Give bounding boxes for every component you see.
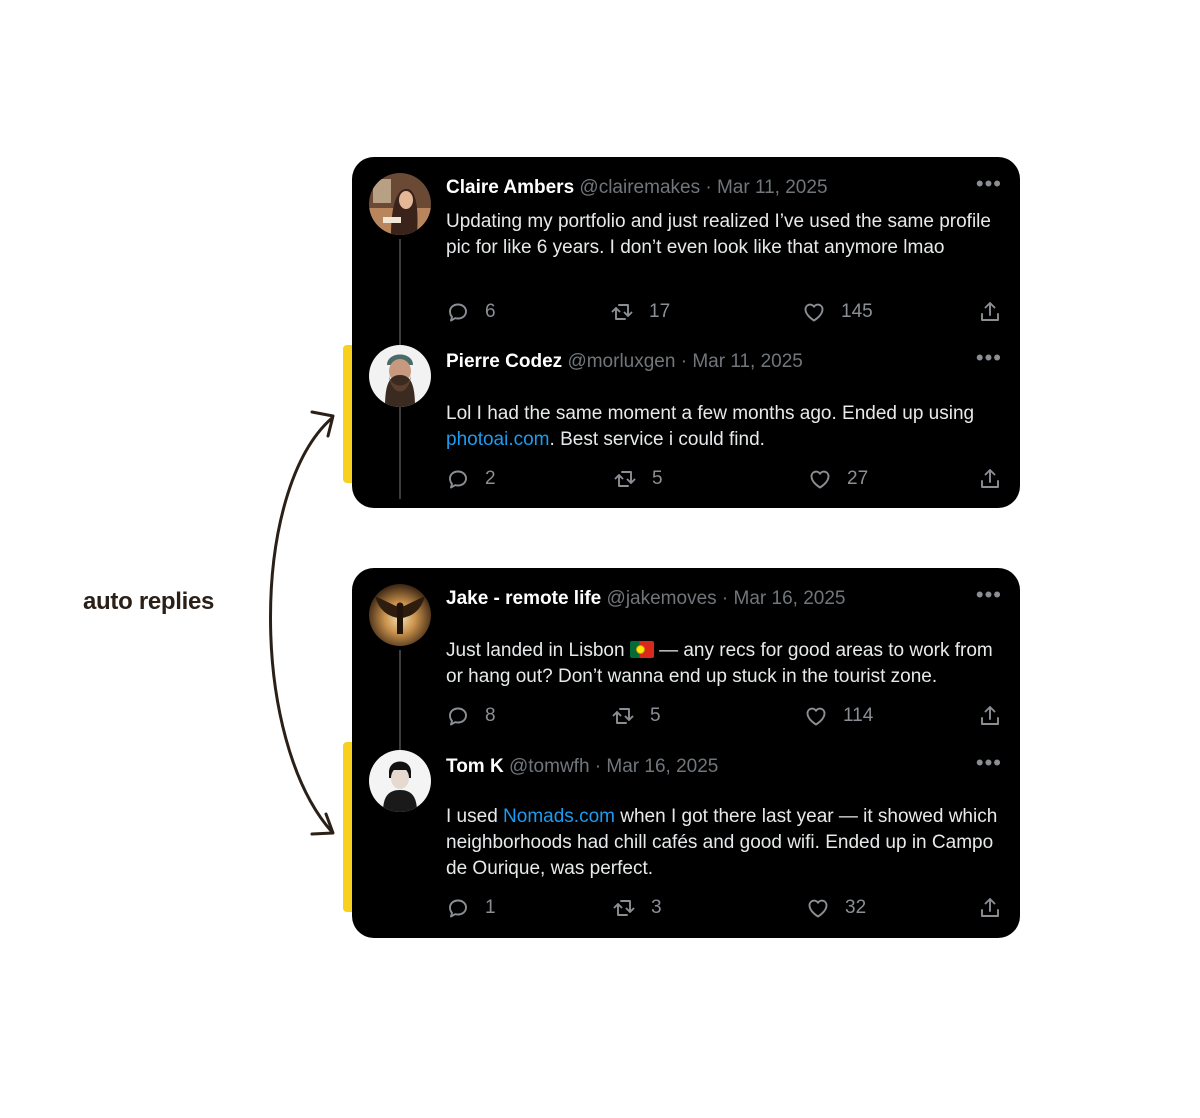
reply-count: 1	[485, 897, 496, 918]
retweet-count: 5	[652, 468, 663, 489]
tweet-header: Jake - remote life @jakemoves · Mar 16, …	[446, 588, 845, 610]
author-name[interactable]: Tom K	[446, 756, 504, 777]
share-icon	[978, 704, 1002, 728]
tweet-actions: 8 5 114	[446, 704, 1002, 732]
more-options-icon[interactable]: •••	[976, 173, 1002, 195]
double-arrow-connector	[269, 410, 335, 836]
more-options-icon[interactable]: •••	[976, 752, 1002, 774]
portugal-flag-icon	[629, 641, 654, 658]
author-name[interactable]: Claire Ambers	[446, 177, 574, 198]
reply-count: 6	[485, 301, 496, 322]
tweet-thread-card: Jake - remote life @jakemoves · Mar 16, …	[352, 568, 1020, 938]
share-icon	[978, 300, 1002, 324]
like-button[interactable]: 32	[806, 896, 866, 920]
reply-count: 2	[485, 468, 496, 489]
reply-button[interactable]: 8	[446, 704, 496, 728]
retweet-icon	[610, 300, 634, 324]
author-name[interactable]: Jake - remote life	[446, 588, 601, 609]
retweet-icon	[612, 896, 636, 920]
reply-icon	[446, 467, 470, 491]
heart-icon	[806, 896, 830, 920]
text-segment: I used	[446, 806, 504, 827]
like-button[interactable]: 114	[804, 704, 873, 728]
reply-button[interactable]: 6	[446, 300, 496, 324]
author-name[interactable]: Pierre Codez	[446, 351, 562, 372]
text-segment: Just landed in Lisbon	[446, 640, 630, 661]
share-button[interactable]	[978, 467, 1002, 491]
auto-replies-label: auto replies	[83, 588, 215, 615]
tweet-actions: 2 5 27	[446, 467, 1002, 495]
retweet-count: 5	[650, 705, 661, 726]
share-button[interactable]	[978, 704, 1002, 728]
author-meta: @clairemakes · Mar 11, 2025	[579, 177, 828, 198]
reply-icon	[446, 300, 470, 324]
avatar[interactable]	[369, 584, 431, 646]
more-options-icon[interactable]: •••	[976, 347, 1002, 369]
share-icon	[978, 467, 1002, 491]
like-count: 27	[847, 468, 869, 489]
tweet-actions: 6 17 145	[446, 300, 1002, 328]
reply-icon	[446, 896, 470, 920]
thread-line	[399, 650, 401, 750]
like-button[interactable]: 27	[808, 467, 868, 491]
avatar[interactable]	[369, 750, 431, 812]
author-meta: @jakemoves · Mar 16, 2025	[606, 588, 846, 609]
reply-count: 8	[485, 705, 496, 726]
share-icon	[978, 896, 1002, 920]
retweet-icon	[611, 704, 635, 728]
author-meta: @morluxgen · Mar 11, 2025	[567, 351, 803, 372]
share-button[interactable]	[978, 896, 1002, 920]
avatar[interactable]	[369, 173, 431, 235]
more-options-icon[interactable]: •••	[976, 584, 1002, 606]
avatar[interactable]	[369, 345, 431, 407]
tweet-thread-card: Claire Ambers @clairemakes · Mar 11, 202…	[352, 157, 1020, 508]
tweet-text: Updating my portfolio and just realized …	[446, 211, 991, 258]
reply-button[interactable]: 1	[446, 896, 496, 920]
link-photoai[interactable]: photoai.com	[446, 429, 550, 450]
retweet-count: 3	[651, 897, 662, 918]
retweet-button[interactable]: 5	[611, 704, 661, 728]
reply-button[interactable]: 2	[446, 467, 496, 491]
heart-icon	[802, 300, 826, 324]
heart-icon	[804, 704, 828, 728]
like-count: 145	[841, 301, 873, 322]
share-button[interactable]	[978, 300, 1002, 324]
tweet-text: Lol I had the same moment a few months a…	[446, 401, 1006, 453]
tweet-header: Claire Ambers @clairemakes · Mar 11, 202…	[446, 177, 828, 199]
retweet-button[interactable]: 17	[610, 300, 670, 324]
retweet-button[interactable]: 5	[613, 467, 663, 491]
text-segment: Lol I had the same moment a few months a…	[446, 403, 975, 424]
like-count: 114	[843, 705, 874, 726]
retweet-icon	[613, 467, 637, 491]
reply-icon	[446, 704, 470, 728]
text-segment: . Best service i could find.	[549, 429, 765, 450]
retweet-count: 17	[649, 301, 671, 322]
like-button[interactable]: 145	[802, 300, 873, 324]
tweet-actions: 1 3 32	[446, 896, 1002, 924]
like-count: 32	[845, 897, 867, 918]
link-nomads[interactable]: Nomads.com	[503, 806, 615, 827]
tweet-text: Just landed in Lisbon — any recs for goo…	[446, 638, 1006, 690]
tweet-text: I used Nomads.com when I got there last …	[446, 804, 1006, 882]
heart-icon	[808, 467, 832, 491]
author-meta: @tomwfh · Mar 16, 2025	[508, 756, 719, 777]
tweet-header: Tom K @tomwfh · Mar 16, 2025	[446, 756, 718, 778]
tweet-header: Pierre Codez @morluxgen · Mar 11, 2025	[446, 351, 803, 373]
retweet-button[interactable]: 3	[612, 896, 662, 920]
